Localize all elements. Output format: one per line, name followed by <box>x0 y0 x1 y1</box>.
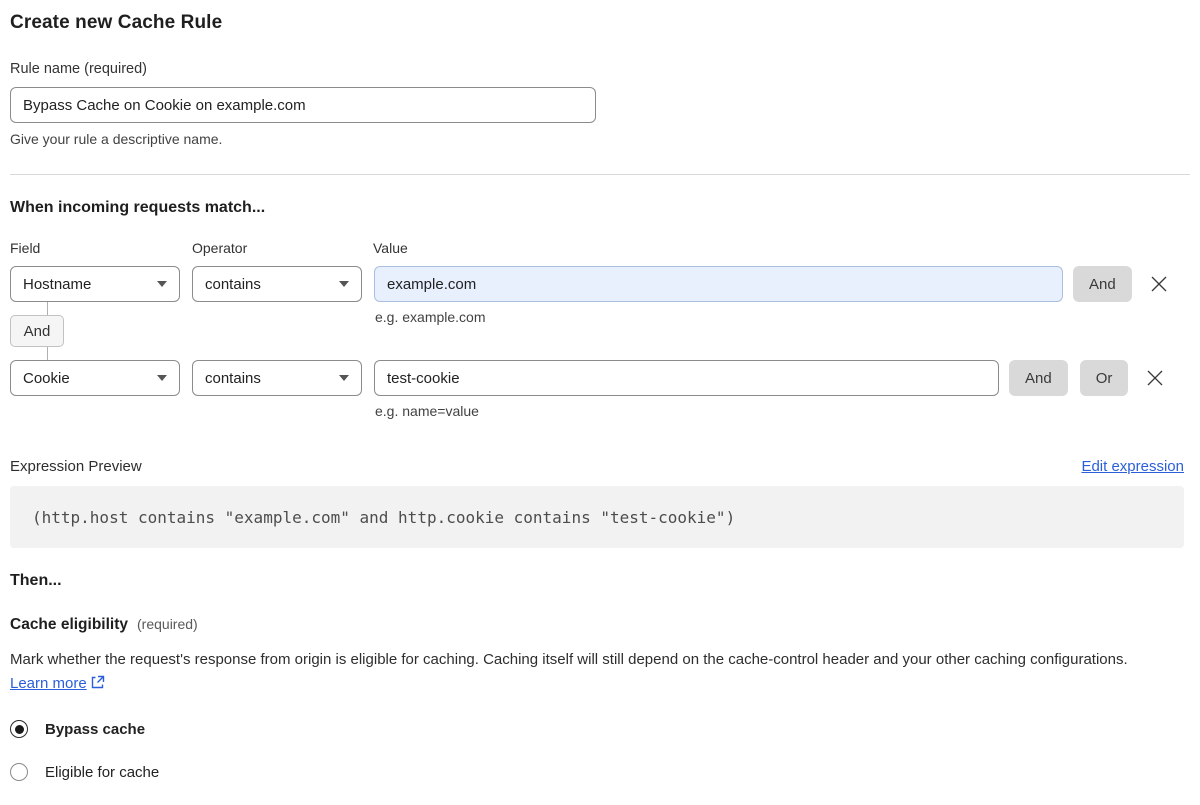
chevron-down-icon <box>339 281 349 287</box>
condition-connector-zone: e.g. example.com And <box>10 302 1184 360</box>
or-button[interactable]: Or <box>1079 360 1129 396</box>
value-column-label: Value <box>373 240 408 256</box>
expression-header: Expression Preview Edit expression <box>10 458 1184 475</box>
expression-code: (http.host contains "example.com" and ht… <box>32 507 736 527</box>
match-section-heading: When incoming requests match... <box>10 199 266 216</box>
expression-preview-box: (http.host contains "example.com" and ht… <box>10 486 1184 548</box>
field-select[interactable]: Cookie <box>10 360 180 396</box>
radio-button-selected[interactable] <box>10 720 28 738</box>
chevron-down-icon <box>339 375 349 381</box>
operator-select-value: contains <box>205 369 261 387</box>
edit-expression-link[interactable]: Edit expression <box>1081 458 1184 475</box>
condition-column-labels: Field Operator Value <box>10 240 1184 256</box>
external-link-icon <box>91 675 104 689</box>
radio-button-unselected[interactable] <box>10 763 28 781</box>
connector-line <box>47 347 48 360</box>
remove-condition-button[interactable] <box>1146 271 1172 297</box>
cache-eligibility-description: Mark whether the request's response from… <box>10 648 1170 696</box>
field-column-label: Field <box>10 240 41 256</box>
connector: And <box>10 302 64 360</box>
operator-select[interactable]: contains <box>192 360 362 396</box>
field-select[interactable]: Hostname <box>10 266 180 302</box>
value-hint: e.g. name=value <box>375 403 479 419</box>
cache-eligibility-heading-row: Cache eligibility (required) <box>10 616 1184 634</box>
condition-row: Cookie contains And Or <box>10 360 1184 396</box>
section-divider <box>10 174 1190 175</box>
expression-preview-label: Expression Preview <box>10 458 142 475</box>
description-text: Mark whether the request's response from… <box>10 651 1128 668</box>
required-note: (required) <box>137 616 198 632</box>
radio-option-eligible-for-cache[interactable]: Eligible for cache <box>10 763 1184 781</box>
operator-column-label: Operator <box>192 240 248 256</box>
then-heading: Then... <box>10 572 62 589</box>
page-title: Create new Cache Rule <box>10 12 223 33</box>
value-input[interactable] <box>374 266 1063 302</box>
radio-label: Eligible for cache <box>45 763 160 781</box>
field-select-value: Hostname <box>23 275 92 293</box>
chevron-down-icon <box>157 375 167 381</box>
rule-name-label: Rule name (required) <box>10 61 148 77</box>
connector-line <box>47 302 48 315</box>
close-icon <box>1147 370 1163 386</box>
and-button[interactable]: And <box>1009 360 1068 396</box>
and-button[interactable]: And <box>1073 266 1132 302</box>
cache-eligibility-heading: Cache eligibility <box>10 616 129 633</box>
field-select-value: Cookie <box>23 369 70 387</box>
chevron-down-icon <box>157 281 167 287</box>
radio-label: Bypass cache <box>45 720 146 738</box>
rule-name-input[interactable] <box>10 87 596 123</box>
connector-and-toggle[interactable]: And <box>10 315 64 347</box>
condition-row: Hostname contains And <box>10 266 1184 302</box>
close-icon <box>1151 276 1167 292</box>
learn-more-link[interactable]: Learn more <box>10 675 87 692</box>
remove-condition-button[interactable] <box>1142 365 1168 391</box>
radio-option-bypass-cache[interactable]: Bypass cache <box>10 720 1184 738</box>
value-hint: e.g. example.com <box>375 309 486 325</box>
radio-dot <box>14 724 24 734</box>
value-input[interactable] <box>374 360 999 396</box>
operator-select-value: contains <box>205 275 261 293</box>
operator-select[interactable]: contains <box>192 266 362 302</box>
rule-name-help: Give your rule a descriptive name. <box>10 131 223 147</box>
